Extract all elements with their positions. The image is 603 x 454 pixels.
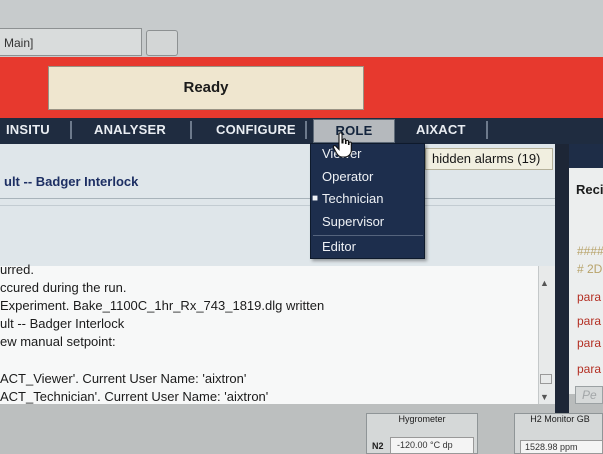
recipe-param-line: para	[577, 314, 602, 328]
h2-monitor-value: 1528.98 ppm	[520, 440, 603, 454]
role-option-operator[interactable]: Operator	[312, 166, 423, 188]
hand-pointer-icon	[332, 132, 352, 158]
status-ready-box: Ready	[48, 66, 364, 110]
menu-separator	[190, 121, 192, 139]
recipe-param-line: para	[577, 336, 602, 350]
menu-analyser[interactable]: ANALYSER	[94, 118, 166, 144]
role-option-editor[interactable]: Editor	[312, 236, 423, 258]
log-line: ACT_Technician'. Current User Name: 'aix…	[0, 389, 269, 404]
log-line: ult -- Badger Interlock	[0, 316, 125, 331]
panel-divider	[555, 144, 569, 454]
recipe-param-line: para	[577, 362, 602, 376]
scroll-thumb[interactable]	[540, 374, 552, 384]
menu-separator	[486, 121, 488, 139]
log-line: urred.	[0, 262, 34, 277]
recipe-button[interactable]: Pe	[575, 386, 603, 404]
menu-configure[interactable]: CONFIGURE	[216, 118, 296, 144]
hygrometer-title: Hygrometer	[398, 414, 446, 424]
scroll-down-icon[interactable]: ▼	[540, 392, 549, 402]
menu-insitu[interactable]: INSITU	[6, 118, 50, 144]
recipe-comment-line: ####	[577, 244, 603, 258]
menu-separator	[305, 121, 307, 139]
log-line: ew manual setpoint:	[0, 334, 116, 349]
role-option-viewer[interactable]: Viewer	[312, 143, 423, 165]
log-line: ccured during the run.	[0, 280, 127, 295]
recipe-panel-header	[569, 144, 603, 168]
divider	[0, 205, 556, 206]
hygrometer-value: -120.00 °C dp	[390, 437, 474, 454]
h2-monitor-title: H2 Monitor GB	[530, 414, 590, 424]
tab-main[interactable]: Main]	[0, 28, 142, 56]
menu-aixact[interactable]: AIXACT	[416, 118, 466, 144]
log-line: ACT_Viewer'. Current User Name: 'aixtron…	[0, 371, 247, 386]
hygrometer-channel: N2	[372, 441, 384, 451]
scroll-up-icon[interactable]: ▲	[540, 278, 549, 288]
hidden-alarms-badge[interactable]: hidden alarms (19)	[425, 148, 553, 170]
role-option-technician[interactable]: Technician	[312, 188, 423, 210]
recipe-title: Reci	[576, 182, 603, 197]
tab-empty[interactable]	[146, 30, 178, 56]
recipe-comment-line: # 2D	[577, 262, 603, 276]
menu-separator	[70, 121, 72, 139]
role-option-supervisor[interactable]: Supervisor	[312, 211, 423, 233]
menubar	[0, 118, 603, 144]
log-line: Experiment. Bake_1100C_1hr_Rx_743_1819.d…	[0, 298, 325, 313]
alarm-title: ult -- Badger Interlock	[4, 174, 139, 189]
divider	[0, 198, 556, 199]
recipe-param-line: para	[577, 290, 602, 304]
menu-role[interactable]: ROLE	[313, 119, 395, 143]
